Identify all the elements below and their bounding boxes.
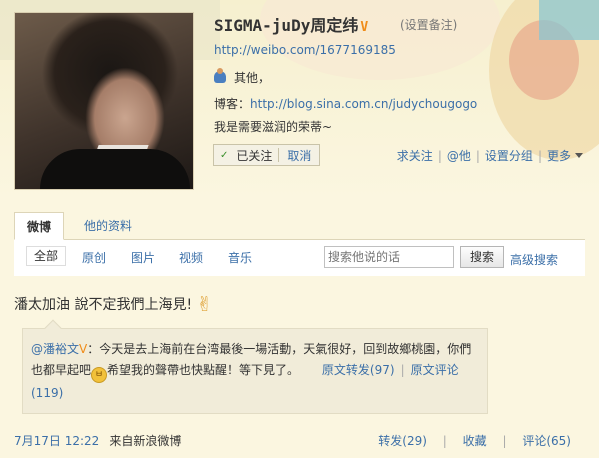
filter-music[interactable]: 音乐 bbox=[228, 249, 252, 266]
mention-link[interactable]: @他 bbox=[447, 147, 471, 164]
search-input[interactable] bbox=[324, 246, 454, 268]
post-source: 来自新浪微博 bbox=[109, 434, 182, 448]
repost-button[interactable]: 转发(29) bbox=[378, 434, 427, 448]
advanced-search-link[interactable]: 高级搜索 bbox=[510, 251, 558, 268]
more-menu[interactable]: 更多 bbox=[547, 147, 583, 164]
set-remark-link[interactable]: (设置备注) bbox=[400, 16, 457, 33]
followed-label: 已关注 bbox=[236, 148, 273, 163]
post-meta: 7月17日 12:22 来自新浪微博 bbox=[14, 432, 181, 449]
filter-pictures[interactable]: 图片 bbox=[131, 249, 155, 266]
profile-name-text: SIGMA-juDy周定纬 bbox=[214, 16, 359, 35]
more-label: 更多 bbox=[546, 149, 571, 163]
chevron-down-icon bbox=[575, 153, 583, 158]
post-text: 潘太加油 說不定我們上海見! bbox=[14, 297, 193, 313]
tab-profile-info[interactable]: 他的资料 bbox=[84, 212, 132, 240]
profile-location: 其他， bbox=[214, 68, 271, 86]
filter-original[interactable]: 原创 bbox=[82, 249, 106, 266]
follow-status-box: ✓ 已关注 取消 bbox=[213, 144, 321, 166]
post-time-link[interactable]: 7月17日 12:22 bbox=[14, 434, 99, 448]
filter-all[interactable]: 全部 bbox=[26, 246, 66, 266]
recommend-link[interactable]: 求关注 bbox=[397, 147, 433, 164]
comment-button[interactable]: 评论(65) bbox=[522, 434, 571, 448]
user-icon bbox=[214, 68, 226, 83]
profile-url-link[interactable]: http://weibo.com/1677169185 bbox=[214, 43, 396, 57]
peace-sign-icon: ✌ bbox=[196, 292, 213, 316]
verified-icon: V bbox=[360, 20, 369, 35]
original-repost-link[interactable]: 原文转发(97) bbox=[322, 363, 395, 377]
profile-actions: 求关注 | @他 | 设置分组 | 更多 bbox=[397, 147, 583, 164]
repost-text-2: 希望我的聲帶也快點醒！等下見了。 bbox=[107, 363, 300, 377]
location-text: 其他， bbox=[234, 71, 271, 85]
filter-videos[interactable]: 视频 bbox=[179, 249, 203, 266]
profile-blog: 博客：http://blog.sina.com.cn/judychougogo bbox=[214, 95, 477, 112]
followed-indicator: ✓ 已关注 bbox=[214, 147, 278, 164]
favorite-button[interactable]: 收藏 bbox=[463, 434, 487, 448]
repost-author-link[interactable]: @潘裕文 bbox=[31, 342, 79, 356]
profile-avatar[interactable] bbox=[14, 12, 194, 190]
set-group-link[interactable]: 设置分组 bbox=[485, 147, 533, 164]
search-button[interactable]: 搜索 bbox=[460, 246, 504, 268]
grin-emoji-icon: ㅂ bbox=[91, 367, 108, 383]
feed-filter-bar: 全部 原创 图片 视频 音乐 搜索 高级搜索 bbox=[14, 240, 585, 276]
repost-body: @潘裕文V：今天是去上海前在台湾最後一場活動，天氣很好，回到故鄉桃園，你們也都早… bbox=[31, 342, 472, 400]
reposted-weibo: @潘裕文V：今天是去上海前在台湾最後一場活動，天氣很好，回到故鄉桃園，你們也都早… bbox=[22, 319, 488, 414]
profile-name: SIGMA-juDy周定纬 V bbox=[214, 12, 368, 36]
verified-icon: V bbox=[79, 342, 88, 356]
blog-label: 博客： bbox=[214, 97, 251, 111]
post-content: 潘太加油 說不定我們上海見! ✌ bbox=[14, 292, 213, 316]
blog-link[interactable]: http://blog.sina.com.cn/judychougogo bbox=[250, 97, 477, 111]
unfollow-button[interactable]: 取消 bbox=[279, 147, 319, 164]
tab-weibo[interactable]: 微博 bbox=[14, 212, 64, 240]
check-icon: ✓ bbox=[220, 149, 229, 161]
post-actions: 转发(29) | 收藏 | 评论(65) bbox=[378, 434, 571, 448]
profile-bio: 我是需要滋润的荣蒂~ bbox=[214, 120, 333, 134]
profile-tabs: 微博 他的资料 bbox=[14, 212, 585, 240]
